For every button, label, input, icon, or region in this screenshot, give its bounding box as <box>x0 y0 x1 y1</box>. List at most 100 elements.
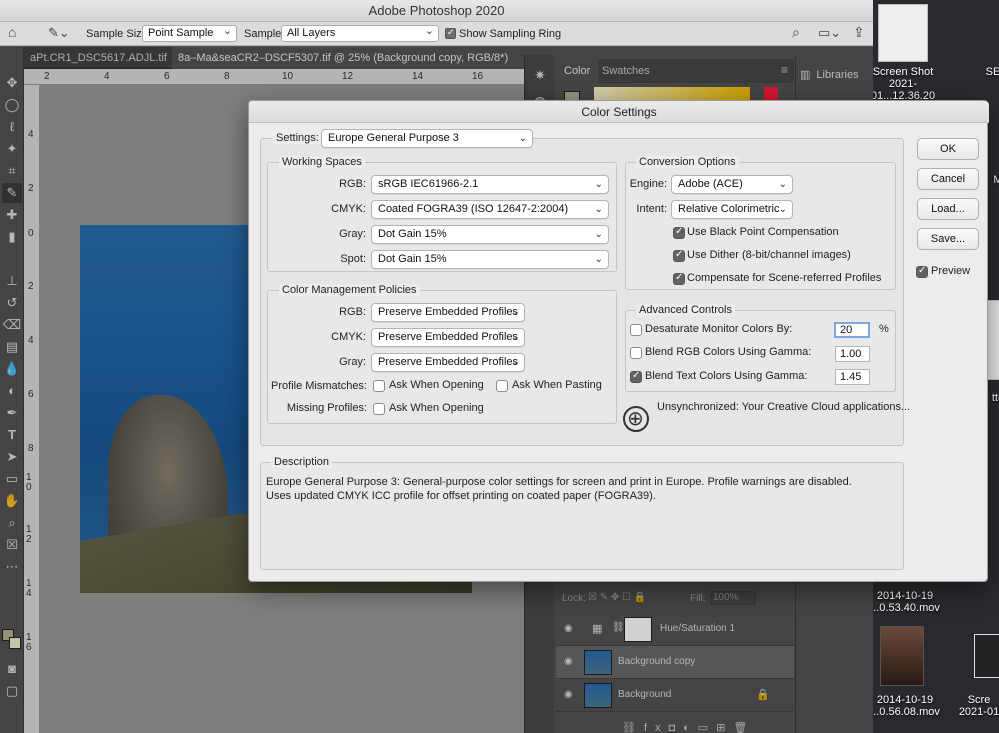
color-settings-dialog: Color Settings Settings: Europe General … <box>248 100 989 582</box>
policy-cmyk-select[interactable]: Preserve Embedded Profiles ⌄ <box>371 328 525 347</box>
missing-opening-checkbox[interactable] <box>373 403 385 415</box>
chevron-down-icon: ⌄ <box>510 307 519 318</box>
mismatch-pasting-label[interactable]: Ask When Pasting <box>512 379 602 391</box>
ws-spot-value: Dot Gain 15% <box>378 253 447 265</box>
ws-cmyk-value: Coated FOGRA39 (ISO 12647-2:2004) <box>378 203 569 215</box>
eyedropper-preset-icon[interactable]: ✎⌄ <box>48 25 70 41</box>
chevron-down-icon: ⌄ <box>778 179 787 190</box>
preview-label[interactable]: Preview <box>931 265 970 277</box>
blend-rgb-label[interactable]: Blend RGB Colors Using Gamma: <box>645 346 811 358</box>
mismatch-pasting-checkbox[interactable] <box>496 380 508 392</box>
home-icon[interactable]: ⌂ <box>8 24 16 40</box>
sample-size-select[interactable]: Point Sample <box>142 24 237 42</box>
search-icon[interactable]: ⌕ <box>792 24 800 41</box>
mismatch-opening-label[interactable]: Ask When Opening <box>389 379 484 391</box>
ws-spot-label: Spot: <box>340 253 366 265</box>
working-spaces-title: Working Spaces <box>279 156 365 168</box>
description-text: Europe General Purpose 3: General-purpos… <box>266 476 852 502</box>
desaturate-input[interactable]: 20 <box>834 322 870 338</box>
conversion-title: Conversion Options <box>636 156 739 168</box>
intent-select[interactable]: Relative Colorimetric ⌄ <box>671 200 793 219</box>
blend-rgb-input[interactable]: 1.00 <box>835 346 870 362</box>
chevron-down-icon: ⌄ <box>594 229 603 240</box>
sample-select[interactable]: All Layers <box>281 24 439 42</box>
ws-gray-label: Gray: <box>339 228 366 240</box>
policy-rgb-select[interactable]: Preserve Embedded Profiles ⌄ <box>371 303 525 322</box>
sync-status-text: Unsynchronized: Your Creative Cloud appl… <box>657 401 911 413</box>
cancel-button[interactable]: Cancel <box>917 168 979 190</box>
ws-cmyk-select[interactable]: Coated FOGRA39 (ISO 12647-2:2004) ⌄ <box>371 200 609 219</box>
ws-rgb-value: sRGB IEC61966-2.1 <box>378 178 479 190</box>
desktop-file-label[interactable]: Screen Shot 2021-01...12.36.20 <box>870 66 938 102</box>
policy-cmyk-value: Preserve Embedded Profiles <box>378 331 519 343</box>
desaturate-label[interactable]: Desaturate Monitor Colors By: <box>645 323 792 335</box>
policies-title: Color Management Policies <box>279 284 420 296</box>
ws-rgb-select[interactable]: sRGB IEC61966-2.1 ⌄ <box>371 175 609 194</box>
engine-label: Engine: <box>629 178 667 190</box>
intent-label: Intent: <box>636 203 667 215</box>
ws-cmyk-label: CMYK: <box>331 203 366 215</box>
settings-select[interactable]: Europe General Purpose 3 ⌄ <box>321 129 533 148</box>
chevron-down-icon: ⌄ <box>594 254 603 265</box>
scene-referred-label[interactable]: Compensate for Scene-referred Profiles <box>687 272 881 284</box>
video-thumbnail[interactable] <box>880 626 924 686</box>
blend-text-input[interactable]: 1.45 <box>835 369 870 385</box>
window-title: Adobe Photoshop 2020 <box>0 0 873 22</box>
show-sampling-ring-checkbox[interactable] <box>445 27 456 39</box>
missing-profiles-label: Missing Profiles: <box>286 402 367 414</box>
chevron-down-icon: ⌄ <box>594 179 603 190</box>
share-icon[interactable]: ⇪ <box>853 24 865 41</box>
settings-label: Settings: <box>273 132 322 144</box>
ws-spot-select[interactable]: Dot Gain 15% ⌄ <box>371 250 609 269</box>
policy-gray-label: Gray: <box>339 356 366 368</box>
screenshot-thumbnail[interactable] <box>878 4 928 62</box>
black-point-checkbox[interactable] <box>673 226 685 239</box>
ws-gray-value: Dot Gain 15% <box>378 228 447 240</box>
dither-label[interactable]: Use Dither (8-bit/channel images) <box>687 249 851 261</box>
black-point-label[interactable]: Use Black Point Compensation <box>687 226 839 238</box>
policy-gray-value: Preserve Embedded Profiles <box>378 356 519 368</box>
desaturate-checkbox[interactable] <box>630 324 642 336</box>
intent-value: Relative Colorimetric <box>678 203 780 215</box>
ok-button[interactable]: OK <box>917 138 979 160</box>
desktop-file-label[interactable]: SE <box>983 66 999 78</box>
blend-text-label[interactable]: Blend Text Colors Using Gamma: <box>645 370 807 382</box>
desktop-file-label[interactable]: Scre 2021-01 <box>954 694 999 718</box>
preview-checkbox[interactable] <box>916 265 928 278</box>
desktop-file-label[interactable]: 2014-10-19 ...0.53.40.mov <box>870 590 940 614</box>
chevron-down-icon: ⌄ <box>510 357 519 368</box>
chevron-down-icon: ⌄ <box>518 133 527 144</box>
missing-opening-label[interactable]: Ask When Opening <box>389 402 484 414</box>
advanced-title: Advanced Controls <box>636 304 735 316</box>
desktop-file-label[interactable]: M <box>988 174 999 186</box>
options-bar: ⌂ ✎⌄ Sample Size: Point Sample Sample: A… <box>0 22 873 46</box>
sync-status-crosshair-icon: ⊕ <box>627 408 644 430</box>
dither-checkbox[interactable] <box>673 249 685 262</box>
blend-rgb-checkbox[interactable] <box>630 347 642 359</box>
desktop-file-label[interactable]: 2014-10-19 ...0.56.08.mov <box>870 694 940 718</box>
settings-value: Europe General Purpose 3 <box>328 132 459 144</box>
chevron-down-icon: ⌄ <box>778 204 787 215</box>
profile-mismatches-label: Profile Mismatches: <box>271 380 367 392</box>
policy-gray-select[interactable]: Preserve Embedded Profiles ⌄ <box>371 353 525 372</box>
workspace-icon[interactable]: ▭⌄ <box>818 25 841 41</box>
description-title: Description <box>271 456 333 468</box>
engine-select[interactable]: Adobe (ACE) ⌄ <box>671 175 793 194</box>
sample-label: Sample: <box>244 28 285 40</box>
save-button[interactable]: Save... <box>917 228 979 250</box>
chevron-down-icon: ⌄ <box>510 332 519 343</box>
mismatch-opening-checkbox[interactable] <box>373 380 385 392</box>
policy-cmyk-label: CMYK: <box>331 331 366 343</box>
show-sampling-ring-label: Show Sampling Ring <box>459 28 562 40</box>
ws-rgb-label: RGB: <box>339 178 366 190</box>
engine-value: Adobe (ACE) <box>678 178 743 190</box>
policy-rgb-value: Preserve Embedded Profiles <box>378 306 519 318</box>
scene-referred-checkbox[interactable] <box>673 272 685 285</box>
policy-rgb-label: RGB: <box>339 306 366 318</box>
blend-text-checkbox[interactable] <box>630 370 642 383</box>
chevron-down-icon: ⌄ <box>594 204 603 215</box>
ws-gray-select[interactable]: Dot Gain 15% ⌄ <box>371 225 609 244</box>
dialog-title: Color Settings <box>249 101 989 123</box>
video-thumbnail[interactable] <box>974 634 999 678</box>
load-button[interactable]: Load... <box>917 198 979 220</box>
